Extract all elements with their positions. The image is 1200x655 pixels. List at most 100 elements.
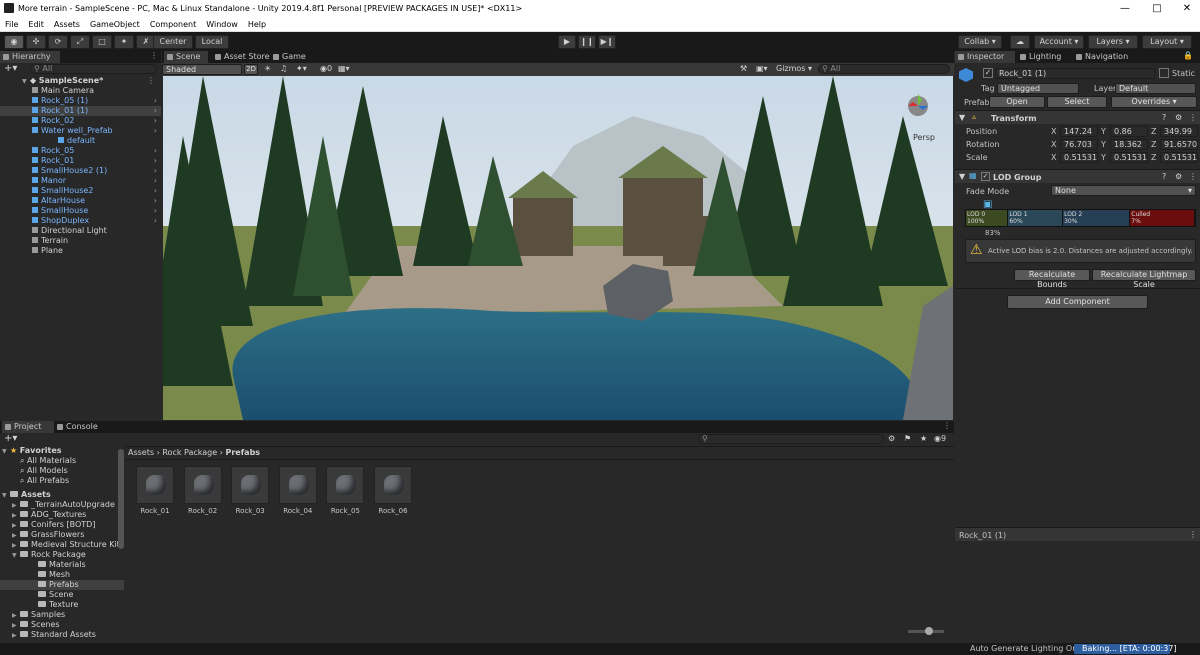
open-prefab-arrow-icon[interactable]: › (154, 196, 157, 206)
hierarchy-search-input[interactable]: ⚲ All (30, 64, 157, 74)
panel-menu-icon[interactable]: ⋮ (150, 51, 158, 60)
pause-icon[interactable]: ❙❙ (578, 35, 596, 49)
tab-game[interactable]: Game (270, 51, 314, 63)
transform-y-field[interactable]: 0.86 (1110, 126, 1148, 137)
lod-group-header[interactable]: ▼ ▦ ✓ LOD Group ? ⚙ ⋮ (955, 169, 1200, 183)
layer-dropdown[interactable]: Default (1115, 83, 1196, 94)
fade-mode-dropdown[interactable]: None ▾ (1051, 185, 1196, 196)
help-icon[interactable]: ? (1162, 113, 1166, 122)
favorites-row[interactable]: ▼ ★ Favorites (0, 446, 124, 456)
hierarchy-item[interactable]: AltarHouse › (0, 196, 161, 206)
open-prefab-arrow-icon[interactable]: › (154, 96, 157, 106)
open-prefab-arrow-icon[interactable]: › (154, 146, 157, 156)
slider-handle[interactable] (925, 627, 933, 635)
lod-segment[interactable]: LOD 1 60% (1008, 210, 1064, 226)
scene-root-row[interactable]: ▼ ◆ SampleScene* ⋮ (0, 76, 161, 86)
menu-component[interactable]: Component (145, 18, 201, 29)
shading-mode-dropdown[interactable]: Shaded (162, 64, 242, 75)
favorite-item[interactable]: ⌕ All Models (0, 466, 124, 476)
project-menu-icon[interactable]: ⋮ (943, 421, 951, 430)
hierarchy-item[interactable]: Main Camera (0, 86, 161, 96)
search-by-type-icon[interactable]: ⚙ (888, 434, 895, 443)
prefab-overrides-dropdown[interactable]: Overrides ▾ (1111, 96, 1197, 108)
hierarchy-item[interactable]: SmallHouse › (0, 206, 161, 216)
folder-tree-scrollbar[interactable] (118, 449, 124, 549)
tab-asset-store[interactable]: Asset Store (212, 51, 272, 63)
search-by-label-icon[interactable]: ⚑ (904, 434, 911, 443)
project-search-input[interactable]: ⚲ (698, 434, 884, 444)
expand-arrow-icon[interactable]: ▼ (2, 447, 10, 457)
scale-tool-icon[interactable]: ⤢ (70, 35, 90, 49)
transform-z-field[interactable]: 91.65701 (1160, 139, 1198, 150)
pivot-local-button[interactable]: Local (195, 35, 229, 49)
component-menu-icon[interactable]: ⋮ (1189, 172, 1197, 181)
expand-arrow-icon[interactable]: ▼ (2, 491, 10, 501)
asset-tile[interactable]: Rock_03 (225, 466, 275, 515)
folder-item[interactable]: Materials (0, 560, 124, 570)
tools-icon[interactable]: ⚒ (740, 64, 747, 73)
foldout-arrow-icon[interactable]: ▼ (959, 113, 965, 122)
layers-dropdown[interactable]: Layers ▾ (1088, 35, 1138, 49)
menu-window[interactable]: Window (201, 18, 243, 29)
rotate-tool-icon[interactable]: ⟳ (48, 35, 68, 49)
folder-item[interactable]: ▶ _TerrainAutoUpgrade (0, 500, 124, 510)
asset-tile[interactable]: Rock_04 (273, 466, 323, 515)
open-prefab-arrow-icon[interactable]: › (154, 156, 157, 166)
rect-tool-icon[interactable]: □ (92, 35, 112, 49)
transform-x-field[interactable]: 147.24 (1060, 126, 1098, 137)
inspector-lock-icon[interactable]: 🔒 (1183, 51, 1193, 60)
active-checkbox[interactable]: ✓ (983, 68, 993, 78)
hierarchy-item[interactable]: Rock_05 (1) › (0, 96, 161, 106)
hierarchy-item[interactable]: Terrain (0, 236, 161, 246)
open-prefab-arrow-icon[interactable]: › (154, 166, 157, 176)
hierarchy-item[interactable]: Rock_02 › (0, 116, 161, 126)
tab-navigation[interactable]: Navigation (1073, 51, 1143, 63)
lod-segment[interactable]: Culled 7% (1130, 210, 1195, 226)
hidden-packages-icon[interactable]: ◉9 (934, 434, 946, 443)
folder-item[interactable]: Scene (0, 590, 124, 600)
prefab-select-button[interactable]: Select (1047, 96, 1107, 108)
transform-z-field[interactable]: 349.99 (1160, 126, 1198, 137)
audio-toggle-icon[interactable]: ♫ (280, 64, 287, 73)
hierarchy-item[interactable]: Water well_Prefab › (0, 126, 161, 136)
menu-edit[interactable]: Edit (23, 18, 49, 29)
folder-item[interactable]: ▶ GrassFlowers (0, 530, 124, 540)
open-prefab-arrow-icon[interactable]: › (154, 216, 157, 226)
scene-search-input[interactable]: ⚲ All (818, 64, 950, 74)
asset-tile[interactable]: Rock_02 (178, 466, 228, 515)
layout-dropdown[interactable]: Layout ▾ (1142, 35, 1192, 49)
open-prefab-arrow-icon[interactable]: › (154, 206, 157, 216)
tab-scene[interactable]: Scene (164, 51, 208, 63)
transform-x-field[interactable]: 0.51531 (1060, 152, 1098, 163)
open-prefab-arrow-icon[interactable]: › (154, 126, 157, 136)
preset-icon[interactable]: ⚙ (1175, 172, 1182, 181)
scene-menu-icon[interactable]: ⋮ (147, 76, 155, 86)
menu-gameobject[interactable]: GameObject (85, 18, 145, 29)
play-icon[interactable]: ▶ (558, 35, 576, 49)
favorite-item[interactable]: ⌕ All Prefabs (0, 476, 124, 486)
folder-item[interactable]: ▶ Conifers [BOTD] (0, 520, 124, 530)
tab-lighting[interactable]: Lighting (1017, 51, 1071, 63)
open-prefab-arrow-icon[interactable]: › (154, 186, 157, 196)
hand-tool-icon[interactable]: ◉ (4, 35, 24, 49)
folder-item[interactable]: ▶ Samples (0, 610, 124, 620)
tag-dropdown[interactable]: Untagged (997, 83, 1079, 94)
hierarchy-item[interactable]: Rock_01 (1) › (0, 106, 161, 116)
expand-arrow-icon[interactable]: ▶ (12, 631, 20, 638)
effects-toggle-icon[interactable]: ✦▾ (296, 64, 307, 73)
help-icon[interactable]: ? (1162, 172, 1166, 181)
open-prefab-arrow-icon[interactable]: › (154, 176, 157, 186)
baking-progress-bar[interactable]: Baking... [ETA: 0:00:37] (1074, 644, 1177, 654)
create-asset-icon[interactable]: +▾ (4, 434, 17, 444)
folder-item[interactable]: ▶ ADG_Textures (0, 510, 124, 520)
collab-dropdown[interactable]: Collab ▾ (958, 35, 1002, 49)
breadcrumb-item[interactable]: Rock Package (162, 448, 217, 457)
transform-header[interactable]: ▼ ▵ Transform ? ⚙ ⋮ (955, 110, 1200, 124)
folder-item[interactable]: ▶ Medieval Structure Kit (0, 540, 124, 550)
tab-hierarchy[interactable]: Hierarchy (0, 51, 60, 63)
transform-tool-icon[interactable]: ✦ (114, 35, 134, 49)
grid-toggle-icon[interactable]: ▦▾ (338, 64, 350, 73)
hierarchy-item[interactable]: Rock_05 › (0, 146, 161, 156)
preset-icon[interactable]: ⚙ (1175, 113, 1182, 122)
move-tool-icon[interactable]: ✣ (26, 35, 46, 49)
